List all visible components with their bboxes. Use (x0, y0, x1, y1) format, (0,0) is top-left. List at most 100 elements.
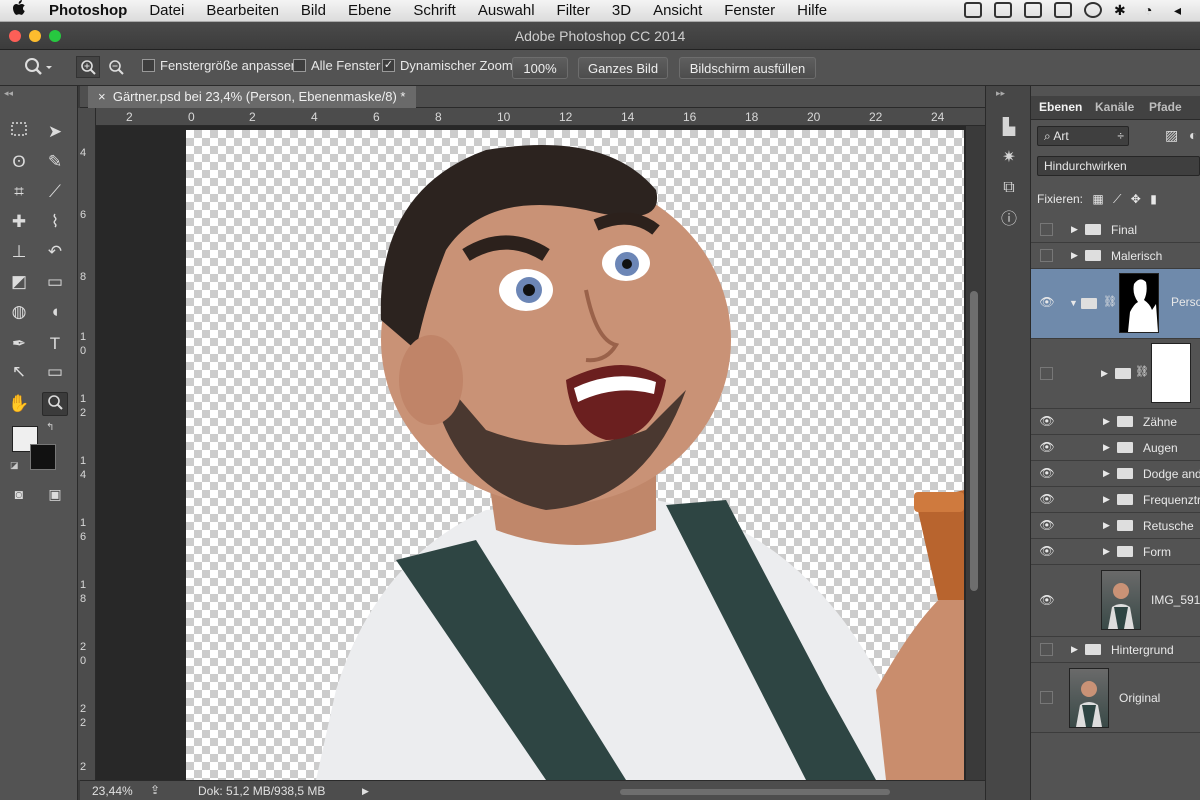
scrubby-zoom-checkbox[interactable]: ✓ Dynamischer Zoom (382, 58, 513, 73)
tray-icon[interactable] (964, 2, 982, 18)
apple-icon[interactable] (0, 0, 38, 21)
menu-filter[interactable]: Filter (546, 2, 601, 19)
document-canvas[interactable] (186, 130, 964, 780)
screen-mode-icon[interactable]: ▣ (42, 482, 68, 506)
info-icon[interactable]: ⓘ (997, 208, 1021, 232)
tab-ebenen[interactable]: Ebenen (1039, 100, 1082, 114)
menu-schrift[interactable]: Schrift (402, 2, 467, 19)
pen-icon[interactable]: ✒ (6, 332, 32, 356)
eye-icon[interactable]: 👁 (1039, 518, 1055, 532)
visibility-toggle[interactable] (1040, 367, 1053, 380)
disclosure-triangle[interactable]: ▶ (1071, 224, 1078, 235)
vertical-scrollbar[interactable] (966, 126, 985, 780)
share-icon[interactable]: ⇪ (150, 783, 160, 797)
eye-icon[interactable]: 👁 (1039, 544, 1055, 558)
layer-row-selected[interactable]: 👁 ▼ ⛓ Perso (1031, 269, 1200, 339)
menu-datei[interactable]: Datei (138, 2, 195, 19)
zoom-out-icon[interactable] (108, 59, 124, 75)
lock-all-icon[interactable]: ▮ (1150, 192, 1157, 206)
blend-mode-select[interactable]: Hindurchwirken (1037, 156, 1200, 176)
layer-row[interactable]: ▶ ⛓ (1031, 339, 1200, 409)
blur-icon[interactable]: ◍ (6, 300, 32, 324)
image-filter-icon[interactable]: ▨ (1165, 127, 1178, 144)
brush-icon[interactable]: ⌇ (42, 210, 68, 234)
visibility-toggle[interactable] (1040, 223, 1053, 236)
disclosure-triangle[interactable]: ▶ (1103, 468, 1110, 479)
layer-filter-select[interactable]: ⌕ Art ÷ (1037, 126, 1129, 146)
stamp-icon[interactable]: ⊥ (6, 240, 32, 264)
menu-ebene[interactable]: Ebene (337, 2, 402, 19)
tray-icon[interactable] (994, 2, 1012, 18)
adjust-filter-icon[interactable]: ◐ (1189, 127, 1197, 143)
fit-screen-button[interactable]: Ganzes Bild (578, 57, 668, 79)
path-select-icon[interactable]: ↖ (6, 360, 32, 384)
properties-icon[interactable]: ⧉ (997, 176, 1021, 200)
layer-row[interactable]: 👁 ▶ Zähne (1031, 409, 1200, 435)
menu-auswahl[interactable]: Auswahl (467, 2, 546, 19)
visibility-toggle[interactable] (1040, 691, 1053, 704)
lasso-icon[interactable]: ʘ (6, 150, 32, 174)
disclosure-triangle[interactable]: ▶ (1101, 368, 1108, 379)
eye-icon[interactable]: 👁 (1039, 414, 1055, 428)
crop-icon[interactable]: ⌗ (6, 180, 32, 204)
layer-row[interactable]: 👁 ▶ Frequenztr (1031, 487, 1200, 513)
visibility-toggle[interactable] (1040, 643, 1053, 656)
checkbox-icon[interactable] (293, 59, 306, 72)
layer-row[interactable]: 👁 ▶ Retusche (1031, 513, 1200, 539)
lock-transparency-icon[interactable]: ▦ (1092, 192, 1103, 206)
tool-preset-picker[interactable] (22, 56, 52, 78)
link-icon[interactable]: ⛓ (1135, 365, 1149, 378)
link-icon[interactable]: ⛓ (1103, 295, 1117, 308)
eye-icon[interactable]: 👁 (1039, 295, 1055, 309)
airplay-icon[interactable] (1054, 2, 1072, 18)
layer-row[interactable]: ▶ Hintergrund (1031, 637, 1200, 663)
bluetooth-icon[interactable]: ✱ (1114, 2, 1132, 18)
move-icon[interactable]: ➤ (42, 120, 68, 144)
quick-mask-icon[interactable]: ◙ (6, 482, 32, 506)
menu-photoshop[interactable]: Photoshop (38, 2, 138, 19)
horizontal-scroll-thumb[interactable] (620, 789, 890, 795)
tab-kanaele[interactable]: Kanäle (1095, 100, 1134, 114)
background-color-swatch[interactable] (30, 444, 56, 470)
wifi-icon[interactable]: ◔ (1144, 2, 1162, 18)
histogram-icon[interactable]: ▙ (997, 116, 1021, 140)
volume-icon[interactable]: ◂ (1174, 2, 1192, 18)
layer-row[interactable]: Original (1031, 663, 1200, 733)
gradient-icon[interactable]: ▭ (42, 270, 68, 294)
menu-hilfe[interactable]: Hilfe (786, 2, 838, 19)
all-windows-checkbox[interactable]: Alle Fenster (293, 58, 380, 73)
time-machine-icon[interactable] (1084, 2, 1102, 18)
layer-row[interactable]: ▶ Final (1031, 217, 1200, 243)
menu-ansicht[interactable]: Ansicht (642, 2, 713, 19)
fill-screen-button[interactable]: Bildschirm ausfüllen (679, 57, 816, 79)
menu-bild[interactable]: Bild (290, 2, 337, 19)
shape-icon[interactable]: ▭ (42, 360, 68, 384)
menu-3d[interactable]: 3D (601, 2, 642, 19)
swap-colors-icon[interactable]: ↰ (46, 422, 54, 433)
menu-fenster[interactable]: Fenster (713, 2, 786, 19)
layer-row[interactable]: 👁 IMG_591 (1031, 565, 1200, 637)
dodge-icon[interactable]: ◖ (42, 300, 68, 324)
layer-row[interactable]: 👁 ▶ Dodge and (1031, 461, 1200, 487)
disclosure-triangle[interactable]: ▼ (1069, 298, 1078, 308)
layer-row[interactable]: 👁 ▶ Augen (1031, 435, 1200, 461)
layer-mask-thumbnail[interactable] (1151, 343, 1191, 403)
checkmark-icon[interactable]: ✓ (382, 59, 395, 72)
close-tab-icon[interactable]: × (98, 89, 106, 104)
disclosure-triangle[interactable]: ▶ (1103, 494, 1110, 505)
healing-icon[interactable]: ✚ (6, 210, 32, 234)
zoom-100-button[interactable]: 100% (512, 57, 568, 79)
eraser-icon[interactable]: ◩ (6, 270, 32, 294)
tray-icon[interactable] (1024, 2, 1042, 18)
eye-icon[interactable]: 👁 (1039, 492, 1055, 506)
disclosure-triangle[interactable]: ▶ (1071, 644, 1078, 655)
disclosure-triangle[interactable]: ▶ (1103, 416, 1110, 427)
default-colors-icon[interactable]: ◪ (10, 460, 19, 471)
zoom-in-icon[interactable] (76, 56, 100, 78)
hand-icon[interactable]: ✋ (6, 392, 32, 416)
collapse-icon[interactable]: ▸▸ (996, 88, 1005, 99)
collapse-icon[interactable]: ◂◂ (4, 88, 13, 99)
type-icon[interactable]: T (42, 332, 68, 356)
status-menu-arrow[interactable]: ▶ (362, 786, 369, 797)
layer-thumbnail[interactable] (1069, 668, 1109, 728)
